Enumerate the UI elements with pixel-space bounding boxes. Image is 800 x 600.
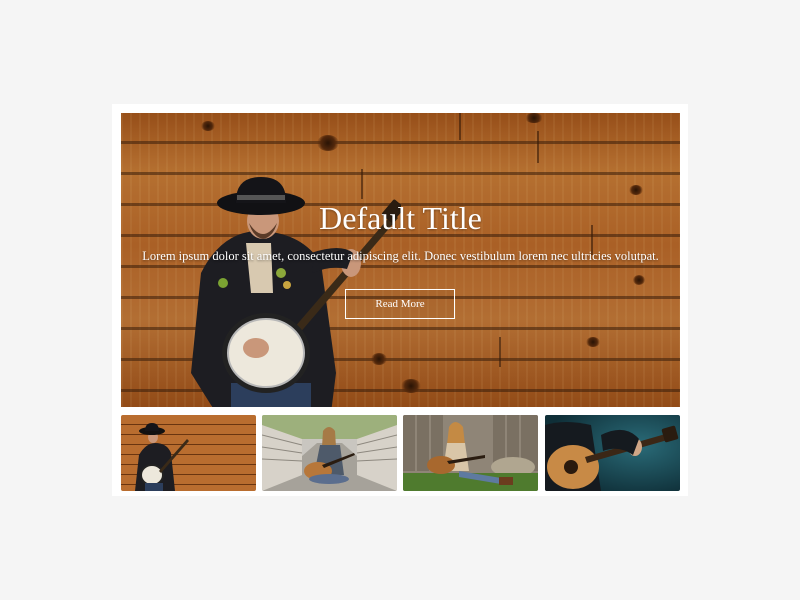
hero-slide: Default Title Lorem ipsum dolor sit amet… [121, 113, 680, 407]
thumbnail-image [262, 415, 397, 491]
hero-title: Default Title [319, 200, 482, 236]
hero-description: Lorem ipsum dolor sit amet, consectetur … [142, 249, 659, 263]
thumbnail-strip [121, 415, 680, 491]
thumbnail-4[interactable] [545, 415, 680, 491]
read-more-button[interactable]: Read More [345, 289, 455, 319]
thumbnail-3[interactable] [403, 415, 538, 491]
thumbnail-1[interactable] [121, 415, 256, 491]
thumbnail-image [545, 415, 680, 491]
thumbnail-image [403, 415, 538, 491]
thumbnail-image [121, 415, 256, 491]
thumbnail-2[interactable] [262, 415, 397, 491]
